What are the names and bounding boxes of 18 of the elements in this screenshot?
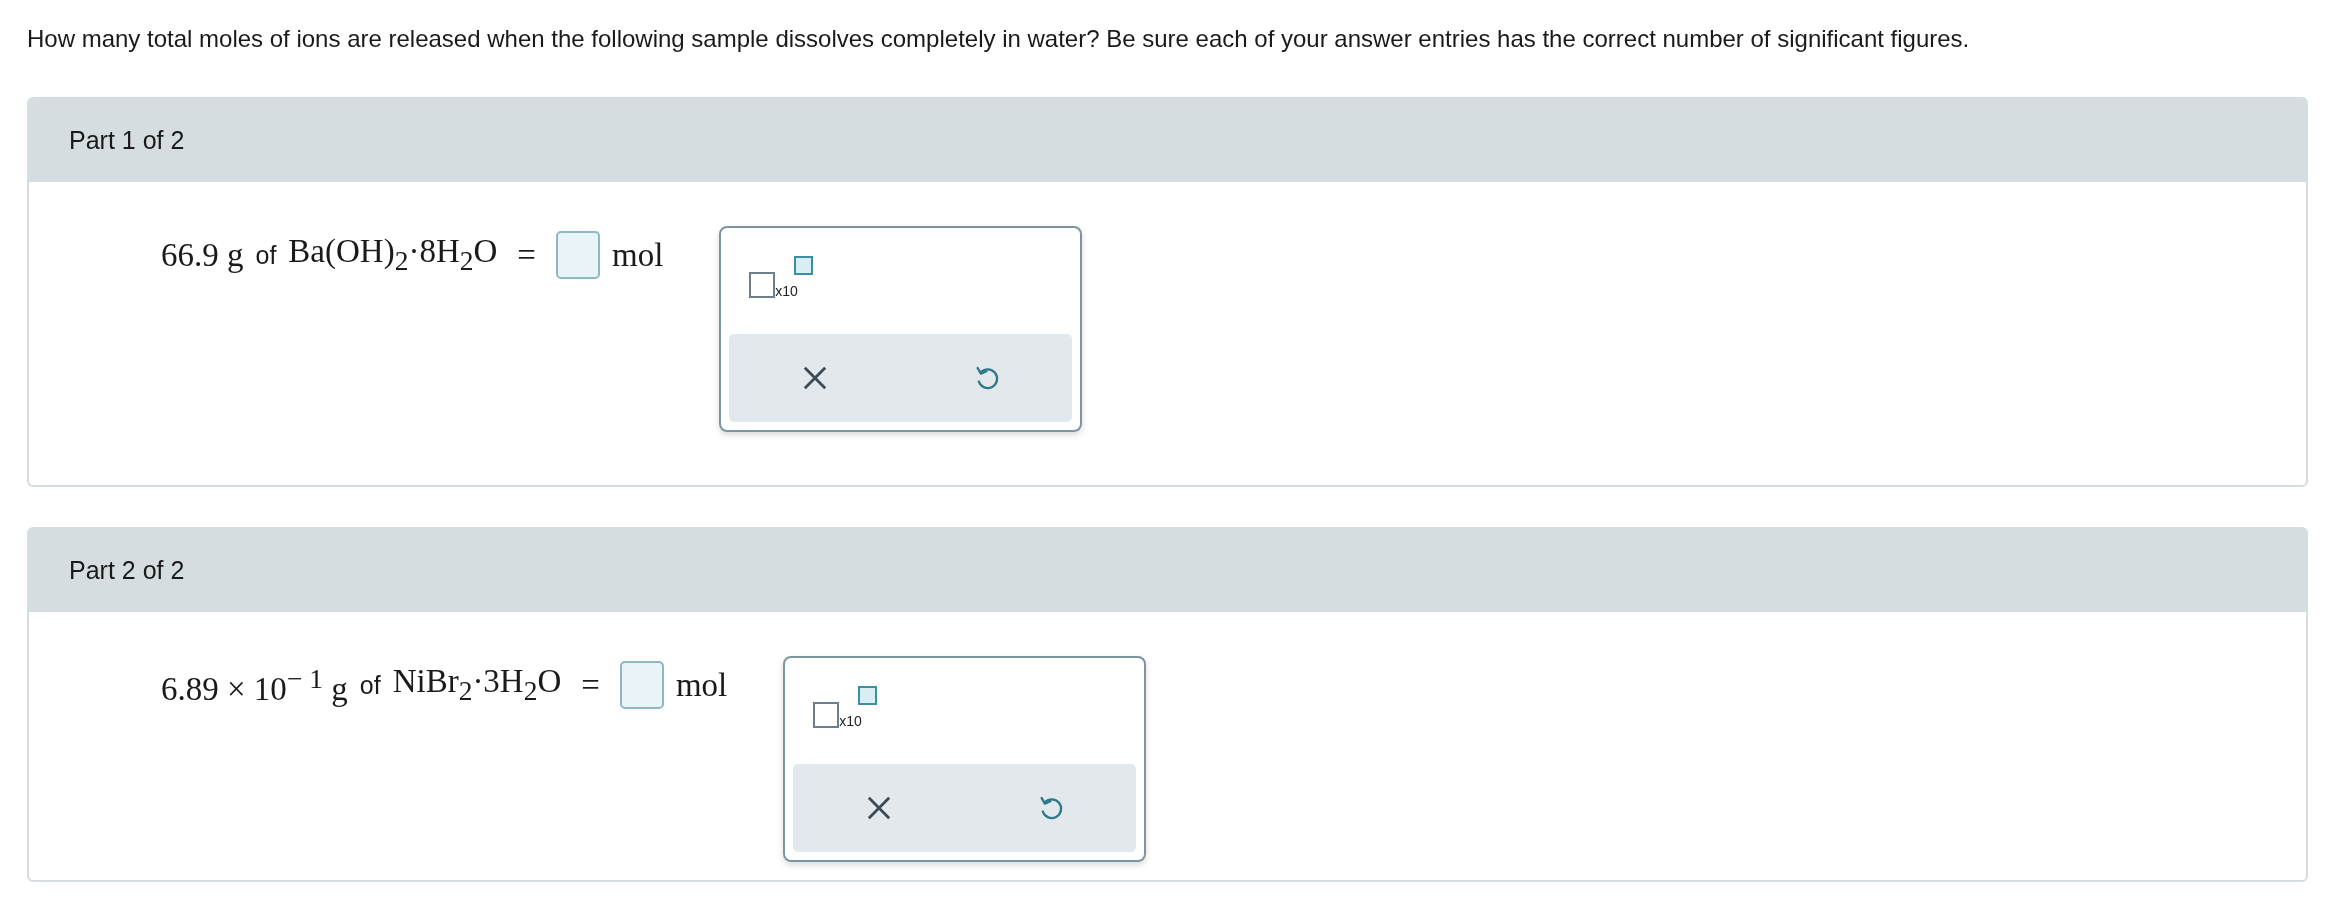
- of-text: of: [359, 670, 381, 700]
- close-icon: [865, 794, 893, 822]
- question-text: How many total moles of ions are released when the following sample dissolves completely in water? Be sure each of your answer entries has the correct number of significant figures.: [27, 24, 1971, 54]
- formula-text: NiBr$_{2}$·3H$_{2}$O: [392, 663, 562, 707]
- unit-text: mol: [611, 236, 664, 274]
- part-title: Part 1 of 2: [69, 126, 185, 155]
- equals-sign: =: [517, 236, 536, 274]
- scientific-notation-button[interactable]: x10: [729, 256, 820, 300]
- amount-text: 6.89 × 10$^{− 1}$ g: [161, 662, 348, 708]
- amount-text: 66.9 g: [161, 236, 244, 274]
- scientific-notation-button[interactable]: x10: [793, 686, 884, 730]
- unit-text: mol: [675, 666, 728, 704]
- answer-field[interactable]: [619, 661, 664, 709]
- part-title: Part 2 of 2: [69, 556, 185, 585]
- formula-text: Ba(OH)$_{2}$·8H$_{2}$O: [288, 233, 498, 277]
- of-text: of: [255, 240, 277, 270]
- equals-sign: =: [581, 666, 600, 704]
- answer-field[interactable]: [555, 231, 600, 279]
